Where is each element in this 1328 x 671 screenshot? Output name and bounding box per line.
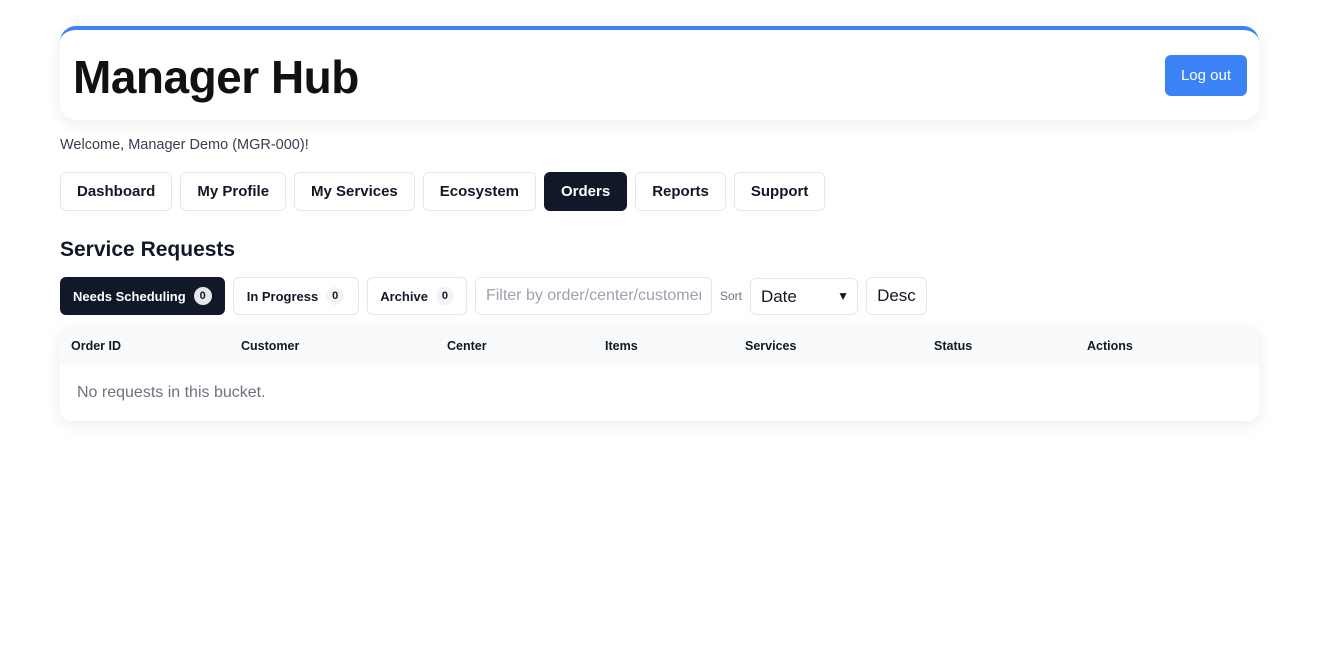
- welcome-message: Welcome, Manager Demo (MGR-000)!: [60, 137, 309, 153]
- tab-orders[interactable]: Orders: [544, 172, 628, 211]
- page-container: Manager Hub Log out Welcome, Manager Dem…: [60, 26, 1259, 421]
- bucket-archive[interactable]: Archive 0: [367, 277, 467, 315]
- column-header-center: Center: [447, 339, 487, 353]
- bucket-label: Archive: [380, 288, 428, 304]
- count-badge: 0: [435, 287, 454, 305]
- bucket-in-progress[interactable]: In Progress 0: [232, 277, 360, 315]
- column-header-customer: Customer: [241, 339, 300, 353]
- bucket-label: Needs Scheduling: [73, 288, 186, 304]
- tab-support[interactable]: Support: [733, 172, 826, 211]
- tab-my-services[interactable]: My Services: [294, 172, 415, 211]
- column-header-order-id: Order ID: [71, 339, 122, 353]
- logout-button[interactable]: Log out: [1165, 55, 1247, 96]
- requests-table: Order ID Customer Center Items Services …: [60, 327, 1259, 421]
- column-header-services: Services: [745, 339, 797, 353]
- sort-label: Sort: [719, 289, 742, 303]
- tab-reports[interactable]: Reports: [635, 172, 726, 211]
- sort-selected-value: Date: [760, 286, 797, 306]
- app-header: Manager Hub Log out: [60, 26, 1259, 120]
- section-title: Service Requests: [60, 238, 236, 261]
- bucket-needs-scheduling[interactable]: Needs Scheduling 0: [60, 277, 225, 315]
- count-badge: 0: [193, 287, 212, 305]
- empty-state-message: No requests in this bucket.: [77, 384, 266, 401]
- column-header-status: Status: [934, 339, 973, 353]
- sort-select[interactable]: Date ▼: [749, 277, 858, 315]
- sort-direction-button[interactable]: Desc: [865, 277, 927, 315]
- tab-my-profile[interactable]: My Profile: [180, 172, 287, 211]
- main-nav: Dashboard My Profile My Services Ecosyst…: [60, 172, 1259, 211]
- table-header: Order ID Customer Center Items Services …: [60, 327, 1259, 365]
- bucket-label: In Progress: [246, 288, 319, 304]
- chevron-down-icon: ▼: [837, 288, 849, 303]
- count-badge: 0: [326, 287, 345, 305]
- column-header-actions: Actions: [1087, 339, 1133, 353]
- table-body: No requests in this bucket.: [60, 365, 1259, 421]
- tab-ecosystem[interactable]: Ecosystem: [422, 172, 536, 211]
- page-title: Manager Hub: [73, 51, 359, 103]
- column-header-items: Items: [605, 339, 638, 353]
- tab-dashboard[interactable]: Dashboard: [60, 172, 173, 211]
- filter-input[interactable]: [474, 277, 712, 315]
- request-controls: Needs Scheduling 0 In Progress 0 Archive…: [60, 277, 1259, 315]
